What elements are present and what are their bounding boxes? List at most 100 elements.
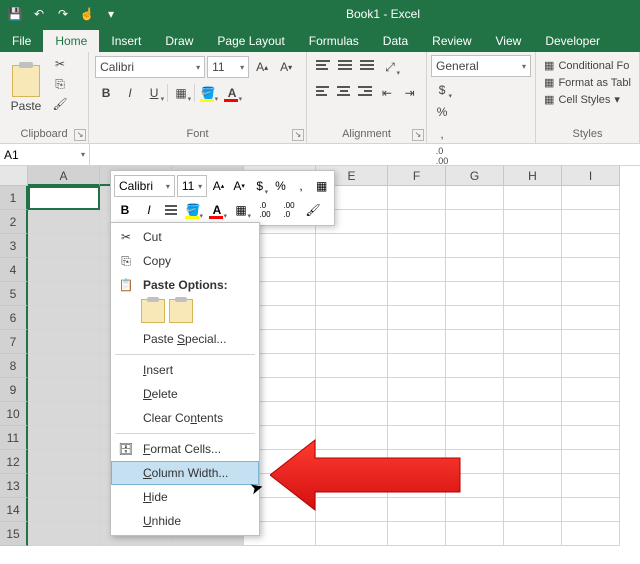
mini-table-icon[interactable]: ▦ (312, 175, 331, 197)
row-header-1[interactable]: 1 (0, 186, 28, 210)
cell-E10[interactable] (316, 402, 388, 426)
mini-font-color-icon[interactable]: A▾ (206, 199, 228, 221)
name-box[interactable]: A1▾ (0, 144, 90, 165)
cell-A5[interactable] (28, 282, 100, 306)
context-clear-contents[interactable]: Clear Contents (111, 406, 259, 430)
row-header-4[interactable]: 4 (0, 258, 28, 282)
align-right-icon[interactable] (355, 82, 374, 100)
mini-decrease-decimal-icon[interactable]: .00.0 (278, 199, 300, 221)
decrease-font-icon[interactable]: A▾ (275, 56, 297, 78)
cell-A2[interactable] (28, 210, 100, 234)
cell-H14[interactable] (504, 498, 562, 522)
select-all-corner[interactable] (0, 166, 28, 186)
row-header-11[interactable]: 11 (0, 426, 28, 450)
cell-H5[interactable] (504, 282, 562, 306)
context-unhide[interactable]: Unhide (111, 509, 259, 533)
italic-button[interactable]: I (119, 82, 141, 104)
tab-draw[interactable]: Draw (153, 30, 205, 52)
customize-qat-icon[interactable]: ▾ (100, 3, 122, 25)
cell-E9[interactable] (316, 378, 388, 402)
column-header-A[interactable]: A (28, 166, 100, 186)
cell-H12[interactable] (504, 450, 562, 474)
alignment-launcher[interactable]: ↘ (412, 129, 424, 141)
tab-review[interactable]: Review (420, 30, 483, 52)
cell-G13[interactable] (446, 474, 504, 498)
fill-color-button[interactable]: 🪣▾ (197, 82, 219, 104)
context-format-cells[interactable]: 🗄Format Cells... (111, 437, 259, 461)
redo-icon[interactable]: ↷ (52, 3, 74, 25)
cell-E11[interactable] (316, 426, 388, 450)
comma-format-icon[interactable]: , (431, 123, 453, 145)
cell-I3[interactable] (562, 234, 620, 258)
cell-F5[interactable] (388, 282, 446, 306)
copy-icon[interactable]: ⎘ (50, 75, 70, 93)
tab-page-layout[interactable]: Page Layout (205, 30, 296, 52)
mini-align-icon[interactable] (162, 201, 180, 219)
cell-G11[interactable] (446, 426, 504, 450)
cell-I4[interactable] (562, 258, 620, 282)
row-header-2[interactable]: 2 (0, 210, 28, 234)
cell-A13[interactable] (28, 474, 100, 498)
row-header-6[interactable]: 6 (0, 306, 28, 330)
mini-fill-color-icon[interactable]: 🪣▾ (182, 199, 204, 221)
cell-H7[interactable] (504, 330, 562, 354)
mini-font-combo[interactable]: Calibri▾ (114, 175, 175, 197)
mini-comma-icon[interactable]: , (292, 175, 311, 197)
cell-G4[interactable] (446, 258, 504, 282)
cell-G12[interactable] (446, 450, 504, 474)
cell-G7[interactable] (446, 330, 504, 354)
cell-H8[interactable] (504, 354, 562, 378)
cell-F13[interactable] (388, 474, 446, 498)
increase-font-icon[interactable]: A▴ (251, 56, 273, 78)
format-as-table-button[interactable]: ▦Format as Tabl (540, 75, 635, 90)
increase-indent-icon[interactable]: ⇥ (399, 82, 420, 104)
save-icon[interactable]: 💾 (4, 3, 26, 25)
row-header-14[interactable]: 14 (0, 498, 28, 522)
font-launcher[interactable]: ↘ (292, 129, 304, 141)
row-header-9[interactable]: 9 (0, 378, 28, 402)
cell-F10[interactable] (388, 402, 446, 426)
cell-G9[interactable] (446, 378, 504, 402)
mini-percent-icon[interactable]: % (271, 175, 290, 197)
mini-size-combo[interactable]: 11▾ (177, 175, 207, 197)
cell-H4[interactable] (504, 258, 562, 282)
cell-E15[interactable] (316, 522, 388, 546)
row-header-8[interactable]: 8 (0, 354, 28, 378)
cell-A9[interactable] (28, 378, 100, 402)
context-paste-special[interactable]: Paste Special... (111, 327, 259, 351)
tab-home[interactable]: Home (43, 30, 99, 52)
cell-I6[interactable] (562, 306, 620, 330)
cell-A6[interactable] (28, 306, 100, 330)
column-header-G[interactable]: G (446, 166, 504, 186)
mini-bold-icon[interactable]: B (114, 199, 136, 221)
cell-A14[interactable] (28, 498, 100, 522)
cell-I11[interactable] (562, 426, 620, 450)
cell-A8[interactable] (28, 354, 100, 378)
cell-I7[interactable] (562, 330, 620, 354)
row-header-15[interactable]: 15 (0, 522, 28, 546)
cell-F15[interactable] (388, 522, 446, 546)
orientation-icon[interactable]: ⤢▾ (379, 56, 401, 78)
cell-E6[interactable] (316, 306, 388, 330)
decrease-indent-icon[interactable]: ⇤ (377, 82, 398, 104)
cell-A10[interactable] (28, 402, 100, 426)
number-format-combo[interactable]: General▾ (431, 55, 531, 77)
cell-H13[interactable] (504, 474, 562, 498)
align-center-icon[interactable] (334, 82, 353, 100)
cell-A15[interactable] (28, 522, 100, 546)
cell-E14[interactable] (316, 498, 388, 522)
cell-E5[interactable] (316, 282, 388, 306)
cell-I15[interactable] (562, 522, 620, 546)
context-hide[interactable]: Hide (111, 485, 259, 509)
mini-italic-icon[interactable]: I (138, 199, 160, 221)
cell-F12[interactable] (388, 450, 446, 474)
cell-G14[interactable] (446, 498, 504, 522)
tab-developer[interactable]: Developer (533, 30, 612, 52)
cell-F11[interactable] (388, 426, 446, 450)
cell-I12[interactable] (562, 450, 620, 474)
touch-mode-icon[interactable]: ☝ (76, 3, 98, 25)
context-cut[interactable]: ✂Cut (111, 225, 259, 249)
cell-G6[interactable] (446, 306, 504, 330)
context-insert[interactable]: Insert (111, 358, 259, 382)
borders-button[interactable]: ▦▾ (170, 82, 192, 104)
